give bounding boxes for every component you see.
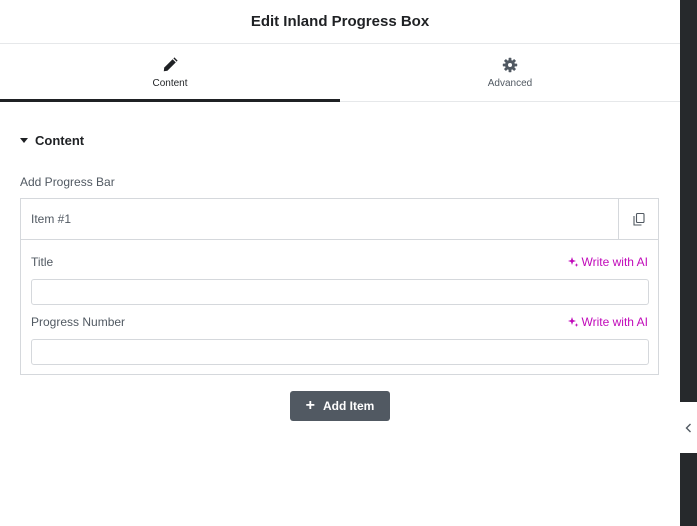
section-title-label: Content bbox=[35, 133, 85, 148]
title-input[interactable] bbox=[31, 279, 649, 305]
gear-icon bbox=[502, 57, 518, 73]
title-field-row: Title Write with AI bbox=[31, 255, 648, 269]
editor-panel: Edit Inland Progress Box Content Advance… bbox=[0, 0, 680, 526]
progress-field-row: Progress Number Write with AI bbox=[31, 315, 648, 329]
repeater-item-header[interactable]: Item #1 bbox=[21, 199, 658, 240]
write-with-ai-label: Write with AI bbox=[581, 315, 648, 329]
title-field-label: Title bbox=[31, 255, 54, 269]
section-toggle-content[interactable]: Content bbox=[20, 133, 84, 148]
progress-number-input[interactable] bbox=[31, 339, 649, 365]
pencil-icon bbox=[163, 57, 178, 72]
tab-content[interactable]: Content bbox=[0, 44, 340, 102]
chevron-left-icon bbox=[685, 423, 691, 432]
caret-down-icon bbox=[20, 138, 28, 143]
repeater-label: Add Progress Bar bbox=[20, 175, 115, 189]
tabs-bar: Content Advanced bbox=[0, 44, 680, 102]
panel-header: Edit Inland Progress Box bbox=[0, 0, 680, 44]
add-item-label: Add Item bbox=[323, 399, 375, 413]
add-item-button[interactable]: + Add Item bbox=[290, 391, 390, 421]
repeater-item-title: Item #1 bbox=[31, 212, 72, 226]
tab-content-label: Content bbox=[152, 78, 188, 89]
panel-title: Edit Inland Progress Box bbox=[250, 13, 430, 30]
write-with-ai-link[interactable]: Write with AI bbox=[567, 255, 648, 269]
collapse-panel-button[interactable] bbox=[680, 402, 697, 453]
write-with-ai-link[interactable]: Write with AI bbox=[567, 315, 648, 329]
write-with-ai-label: Write with AI bbox=[581, 255, 648, 269]
repeater-control: Item #1 Title Write with AI Progress Num… bbox=[20, 198, 659, 375]
sparkle-icon bbox=[567, 317, 579, 327]
tab-advanced[interactable]: Advanced bbox=[340, 44, 680, 101]
copy-icon bbox=[632, 212, 645, 226]
plus-icon: + bbox=[305, 397, 315, 414]
tab-advanced-label: Advanced bbox=[487, 78, 533, 89]
duplicate-button[interactable] bbox=[618, 199, 658, 239]
sparkle-icon bbox=[567, 257, 579, 267]
progress-number-label: Progress Number bbox=[31, 315, 126, 329]
